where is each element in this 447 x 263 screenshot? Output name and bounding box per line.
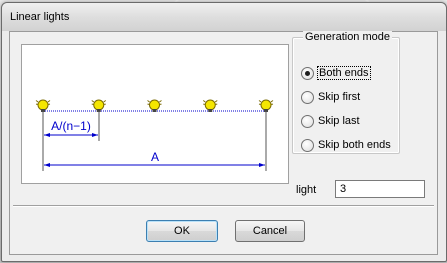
radio-both-ends[interactable]: Both ends — [301, 65, 371, 81]
radio-label: Skip last — [318, 115, 360, 127]
light-label: light — [296, 184, 317, 196]
radio-skip-first[interactable]: Skip first — [301, 89, 360, 105]
linear-lights-dialog: Linear lights A/(n−1) A Generation mode … — [1, 2, 447, 262]
window-title: Linear lights — [10, 11, 70, 23]
lights-preview: A/(n−1) A — [21, 44, 289, 184]
lights-diagram: A/(n−1) A — [35, 99, 274, 171]
radio-skip-both-ends[interactable]: Skip both ends — [301, 137, 391, 153]
cancel-button[interactable]: Cancel — [235, 220, 305, 242]
generation-mode-legend: Generation mode — [303, 31, 392, 43]
radio-label: Both ends — [317, 66, 371, 80]
radio-icon[interactable] — [301, 138, 314, 152]
radio-icon[interactable] — [301, 114, 314, 128]
title-bar[interactable]: Linear lights — [2, 3, 446, 31]
light-bulb-icon — [35, 99, 51, 112]
radio-icon[interactable] — [301, 90, 314, 104]
light-bulb-icon — [147, 99, 162, 112]
ok-button[interactable]: OK — [146, 220, 218, 242]
divider — [13, 205, 434, 207]
light-bulb-icon — [91, 99, 107, 112]
dialog-body: A/(n−1) A Generation mode Both ends Skip… — [9, 31, 438, 255]
spacing-dimension: A/(n−1) — [42, 111, 100, 171]
radio-label: Skip first — [318, 91, 361, 103]
bulbs-group — [35, 99, 274, 112]
light-bulb-icon — [258, 99, 274, 112]
generation-mode-group: Generation mode Both ends Skip first Ski… — [292, 31, 400, 154]
radio-label: Skip both ends — [318, 139, 391, 151]
radio-skip-last[interactable]: Skip last — [301, 113, 360, 129]
light-bulb-icon — [202, 99, 218, 112]
radio-selected-icon[interactable] — [301, 66, 314, 80]
spacing-label: A/(n−1) — [51, 119, 91, 133]
total-label: A — [151, 150, 159, 164]
light-count-input[interactable] — [335, 180, 425, 198]
